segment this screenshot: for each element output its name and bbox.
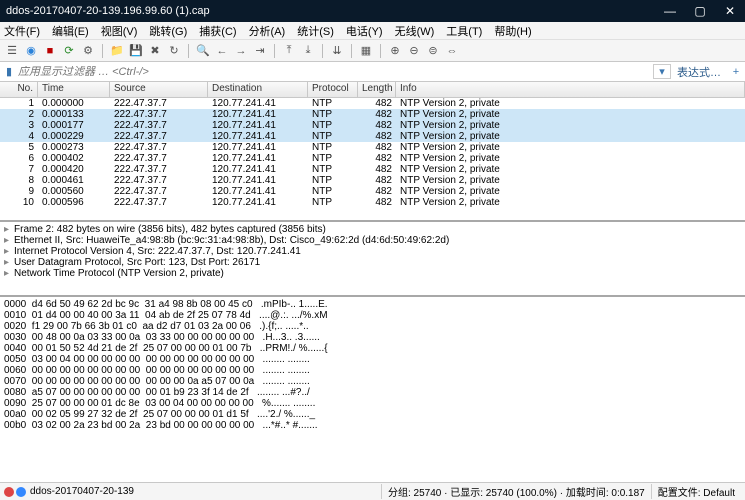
hex-line[interactable]: 0090 25 07 00 00 00 01 dc 8e 03 00 04 00…: [4, 398, 741, 409]
hex-line[interactable]: 0010 01 d4 00 00 40 00 3a 11 04 ab de 2f…: [4, 310, 741, 321]
reload-icon[interactable]: ↻: [166, 43, 182, 59]
status-file: ddos-20170407-20-139: [30, 486, 134, 497]
detail-line[interactable]: ▸Internet Protocol Version 4, Src: 222.4…: [4, 246, 741, 257]
menu-item[interactable]: 编辑(E): [52, 23, 89, 39]
detail-line[interactable]: ▸Ethernet II, Src: HuaweiTe_a4:98:8b (bc…: [4, 235, 741, 246]
close-button[interactable]: ✕: [715, 4, 745, 18]
separator: [380, 44, 381, 58]
toolbar: ☰ ◉ ■ ⟳ ⚙ 📁 💾 ✖ ↻ 🔍 ← → ⇥ ⤒ ⤓ ⇊ ▦ ⊕ ⊖ ⊜ …: [0, 40, 745, 62]
hex-line[interactable]: 0030 00 48 00 0a 03 33 00 0a 03 33 00 00…: [4, 332, 741, 343]
bookmark-icon[interactable]: ▮: [0, 65, 18, 78]
detail-line[interactable]: ▸Frame 2: 482 bytes on wire (3856 bits),…: [4, 224, 741, 235]
zoom-out-icon[interactable]: ⊖: [406, 43, 422, 59]
packet-row[interactable]: 30.000177222.47.37.7120.77.241.41NTP482N…: [0, 120, 745, 131]
save-icon[interactable]: 💾: [128, 43, 144, 59]
hex-line[interactable]: 0060 00 00 00 00 00 00 00 00 00 00 00 00…: [4, 365, 741, 376]
status-packets: 分组: 25740 · 已显示: 25740 (100.0%) · 加载时间: …: [381, 484, 651, 499]
plus-icon[interactable]: +: [727, 66, 745, 78]
hex-line[interactable]: 0080 a5 07 00 00 00 00 00 00 00 01 b9 23…: [4, 387, 741, 398]
detail-line[interactable]: ▸User Datagram Protocol, Src Port: 123, …: [4, 257, 741, 268]
packet-list-header: No. Time Source Destination Protocol Len…: [0, 82, 745, 98]
close-file-icon[interactable]: ✖: [147, 43, 163, 59]
packet-row[interactable]: 20.000133222.47.37.7120.77.241.41NTP482N…: [0, 109, 745, 120]
minimize-button[interactable]: —: [655, 4, 685, 18]
detail-line[interactable]: ▸Network Time Protocol (NTP Version 2, p…: [4, 268, 741, 279]
autoscroll-icon[interactable]: ⇊: [329, 43, 345, 59]
separator: [102, 44, 103, 58]
hex-line[interactable]: 0000 d4 6d 50 49 62 2d bc 9c 31 a4 98 8b…: [4, 299, 741, 310]
hex-line[interactable]: 00a0 00 02 05 99 27 32 de 2f 25 07 00 00…: [4, 409, 741, 420]
find-icon[interactable]: 🔍: [195, 43, 211, 59]
display-filter-input[interactable]: [18, 66, 653, 78]
window-title: ddos-20170407-20-139.196.99.60 (1).cap: [6, 5, 655, 17]
colorize-icon[interactable]: ▦: [358, 43, 374, 59]
prev-icon[interactable]: ←: [214, 43, 230, 59]
expression-button[interactable]: 表达式…: [671, 64, 727, 80]
menu-item[interactable]: 统计(S): [297, 23, 334, 39]
hex-line[interactable]: 0050 03 00 04 00 00 00 00 00 00 00 00 00…: [4, 354, 741, 365]
menu-item[interactable]: 文件(F): [4, 23, 40, 39]
col-no[interactable]: No.: [0, 82, 38, 97]
packet-row[interactable]: 80.000461222.47.37.7120.77.241.41NTP482N…: [0, 175, 745, 186]
maximize-button[interactable]: ▢: [685, 4, 715, 18]
packet-row[interactable]: 10.000000222.47.37.7120.77.241.41NTP482N…: [0, 98, 745, 109]
menu-item[interactable]: 帮助(H): [494, 23, 531, 39]
next-icon[interactable]: →: [233, 43, 249, 59]
packet-details-pane[interactable]: ▸Frame 2: 482 bytes on wire (3856 bits),…: [0, 220, 745, 295]
col-source[interactable]: Source: [110, 82, 208, 97]
packet-row[interactable]: 40.000229222.47.37.7120.77.241.41NTP482N…: [0, 131, 745, 142]
packet-bytes-pane[interactable]: 0000 d4 6d 50 49 62 2d bc 9c 31 a4 98 8b…: [0, 295, 745, 482]
menu-item[interactable]: 捕获(C): [199, 23, 236, 39]
packet-row[interactable]: 90.000560222.47.37.7120.77.241.41NTP482N…: [0, 186, 745, 197]
packet-row[interactable]: 100.000596222.47.37.7120.77.241.41NTP482…: [0, 197, 745, 208]
menu-item[interactable]: 无线(W): [395, 23, 435, 39]
menu-bar: 文件(F) 编辑(E) 视图(V) 跳转(G) 捕获(C) 分析(A) 统计(S) 电话(Y)…: [0, 22, 745, 40]
col-protocol[interactable]: Protocol: [308, 82, 358, 97]
separator: [351, 44, 352, 58]
expert-info-icon[interactable]: [4, 487, 14, 497]
hex-line[interactable]: 0020 f1 29 00 7b 66 3b 01 c0 aa d2 d7 01…: [4, 321, 741, 332]
packet-row[interactable]: 70.000420222.47.37.7120.77.241.41NTP482N…: [0, 164, 745, 175]
capture-info-icon[interactable]: [16, 487, 26, 497]
status-bar: ddos-20170407-20-139 分组: 25740 · 已显示: 25…: [0, 482, 745, 500]
options-icon[interactable]: ⚙: [80, 43, 96, 59]
menu-item[interactable]: 电话(Y): [346, 23, 383, 39]
packet-list-pane[interactable]: 10.000000222.47.37.7120.77.241.41NTP482N…: [0, 98, 745, 220]
separator: [274, 44, 275, 58]
col-destination[interactable]: Destination: [208, 82, 308, 97]
list-icon[interactable]: ☰: [4, 43, 20, 59]
menu-item[interactable]: 分析(A): [249, 23, 286, 39]
status-profile[interactable]: 配置文件: Default: [651, 484, 741, 499]
separator: [188, 44, 189, 58]
packet-row[interactable]: 50.000273222.47.37.7120.77.241.41NTP482N…: [0, 142, 745, 153]
col-time[interactable]: Time: [38, 82, 110, 97]
first-icon[interactable]: ⤒: [281, 43, 297, 59]
col-length[interactable]: Length: [358, 82, 396, 97]
zoom-in-icon[interactable]: ⊕: [387, 43, 403, 59]
open-icon[interactable]: 📁: [109, 43, 125, 59]
col-info[interactable]: Info: [396, 82, 745, 97]
menu-item[interactable]: 视图(V): [101, 23, 138, 39]
capture-stop-icon[interactable]: ■: [42, 43, 58, 59]
menu-item[interactable]: 跳转(G): [149, 23, 187, 39]
capture-start-icon[interactable]: ◉: [23, 43, 39, 59]
separator: [322, 44, 323, 58]
restart-icon[interactable]: ⟳: [61, 43, 77, 59]
hex-line[interactable]: 0040 00 01 50 52 4d 21 de 2f 25 07 00 00…: [4, 343, 741, 354]
packet-row[interactable]: 60.000402222.47.37.7120.77.241.41NTP482N…: [0, 153, 745, 164]
jump-icon[interactable]: ⇥: [252, 43, 268, 59]
hex-line[interactable]: 0070 00 00 00 00 00 00 00 00 00 00 00 0a…: [4, 376, 741, 387]
resize-cols-icon[interactable]: ⇔: [444, 43, 460, 59]
window-titlebar: ddos-20170407-20-139.196.99.60 (1).cap —…: [0, 0, 745, 22]
filter-bar: ▮ ▾ 表达式… +: [0, 62, 745, 82]
hex-line[interactable]: 00b0 03 02 00 2a 23 bd 00 2a 23 bd 00 00…: [4, 420, 741, 431]
zoom-fit-icon[interactable]: ⊜: [425, 43, 441, 59]
menu-item[interactable]: 工具(T): [446, 23, 482, 39]
last-icon[interactable]: ⤓: [300, 43, 316, 59]
filter-dropdown-icon[interactable]: ▾: [653, 64, 671, 79]
